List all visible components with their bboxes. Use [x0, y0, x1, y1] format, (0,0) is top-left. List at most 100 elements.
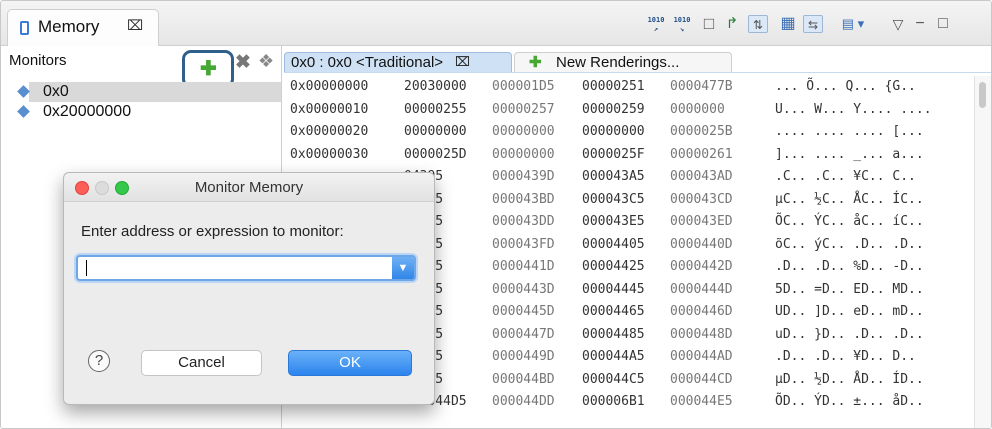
memory-word: 00004485: [582, 326, 645, 342]
memory-word: 0000025B: [670, 124, 733, 139]
layout-icon[interactable]: ▦: [779, 15, 797, 33]
import-memory-icon[interactable]: 1010 ↗: [645, 16, 667, 34]
memory-word: 000044AD: [670, 349, 733, 364]
memory-address: 0x00000020: [290, 124, 369, 139]
memory-ascii: µC.. ½C.. ÅC.. ÍC..: [775, 191, 924, 207]
monitor-memory-dialog: Monitor Memory Enter address or expressi…: [63, 172, 435, 405]
memory-row[interactable]: 0x00000010 00000255 00000257 00000259 000000…: [290, 99, 980, 122]
memory-row[interactable]: 0x00000020 00000000 00000000 00000000 000002…: [290, 121, 980, 144]
plus-icon: ✚: [529, 54, 542, 71]
memory-word: 0000442D: [670, 259, 733, 274]
memory-word: 000043E5: [582, 214, 645, 229]
memory-word: 000006B1: [582, 394, 645, 409]
maximize-icon[interactable]: □: [935, 15, 951, 33]
memory-view: Memory ⌧ 1010 ↗ 1010 ↘ □ ↱ ⇅ ▦ ⇆ ▤ ▾ ▽ − □…: [0, 0, 992, 429]
remove-monitor-icon[interactable]: ✖: [235, 51, 251, 74]
memory-word: 00000259: [582, 101, 645, 117]
view-title: Memory: [38, 17, 100, 36]
memory-row[interactable]: 0x00000030 0000025D 00000000 0000025F 000002…: [290, 144, 980, 167]
memory-word: 000044A5: [582, 349, 645, 364]
memory-word: 0000000: [670, 101, 725, 117]
monitor-item[interactable]: 0x0: [17, 82, 281, 102]
minimize-icon[interactable]: −: [913, 15, 927, 33]
memory-word: 000044C5: [582, 371, 645, 387]
tab-new-renderings[interactable]: ✚ New Renderings...: [514, 52, 732, 72]
memory-word: 000044E5: [670, 394, 733, 409]
memory-word: 20030000: [404, 79, 467, 94]
ok-button[interactable]: OK: [288, 350, 412, 376]
rendering-tabs: 0x0 : 0x0 <Traditional> ⌧ ✚ New Renderin…: [284, 52, 991, 73]
vertical-scrollbar[interactable]: [974, 76, 991, 428]
memory-word: 0000449D: [492, 349, 555, 364]
memory-word: 000001D5: [492, 79, 555, 94]
memory-ascii: ÕC.. ÝC.. åC.. íC..: [775, 214, 924, 229]
link-icon[interactable]: ⇅: [748, 15, 768, 33]
memory-word: 000044BD: [492, 371, 555, 387]
view-toolbar-bar: Memory ⌧ 1010 ↗ 1010 ↘ □ ↱ ⇅ ▦ ⇆ ▤ ▾ ▽ − □: [1, 1, 991, 46]
memory-word: 000043A5: [582, 169, 645, 184]
memory-word: 000043CD: [670, 191, 733, 207]
export-memory-icon[interactable]: 1010 ↘: [671, 16, 693, 34]
memory-view-tab[interactable]: Memory ⌧: [7, 9, 159, 46]
memory-word: 00004445: [582, 281, 645, 297]
memory-word: 00000000: [492, 124, 555, 139]
scrollbar-thumb[interactable]: [979, 82, 986, 108]
dialog-titlebar: Monitor Memory: [64, 173, 434, 202]
memory-ascii: µD.. ½D.. ÅD.. ÍD..: [775, 371, 924, 387]
memory-word: 0000443D: [492, 281, 555, 297]
memory-icon: [20, 21, 29, 35]
open-icon[interactable]: ↱: [723, 15, 741, 33]
help-icon[interactable]: ?: [88, 350, 110, 372]
memory-word: 0000477B: [670, 79, 733, 94]
memory-word: 0000447D: [492, 326, 555, 342]
memory-word: 0000025D: [404, 146, 467, 162]
text-caret: [86, 260, 87, 276]
memory-ascii: ]... .... _... a...: [775, 146, 924, 162]
dialog-title: Monitor Memory: [194, 179, 304, 196]
memory-word: 0000441D: [492, 259, 555, 274]
memory-ascii: 5D.. =D.. ED.. MD..: [775, 281, 924, 297]
memory-ascii: UD.. ]D.. eD.. mD..: [775, 304, 924, 319]
memory-word: 000043AD: [670, 169, 733, 184]
layout-menu-icon[interactable]: ▤ ▾: [837, 15, 869, 33]
chevron-down-icon[interactable]: ▼: [392, 257, 414, 279]
memory-word: 00000257: [492, 101, 555, 117]
memory-word: 00000261: [670, 146, 733, 162]
monitor-diamond-icon: [17, 85, 30, 98]
memory-word: 000043BD: [492, 191, 555, 207]
memory-word: 000044DD: [492, 394, 555, 409]
tab-traditional-rendering[interactable]: 0x0 : 0x0 <Traditional> ⌧: [284, 52, 512, 72]
plus-icon: ✚: [200, 58, 217, 80]
memory-ascii: .D.. .D.. ¥D.. D..: [775, 349, 916, 364]
toggle-split-icon[interactable]: ⇆: [803, 15, 823, 33]
memory-word: 00004425: [582, 259, 645, 274]
memory-ascii: .D.. .D.. %D.. -D..: [775, 259, 924, 274]
memory-ascii: ÕD.. ÝD.. ±... åD..: [775, 394, 924, 409]
memory-word: 000043C5: [582, 191, 645, 207]
new-file-icon[interactable]: □: [700, 15, 718, 33]
memory-word: 000043ED: [670, 214, 733, 229]
address-expression-combobox[interactable]: ▼: [76, 255, 416, 281]
remove-all-monitors-icon[interactable]: ❖: [258, 51, 274, 72]
memory-word: 00004405: [582, 236, 645, 252]
memory-word: 0000445D: [492, 304, 555, 319]
memory-address: 0x00000030: [290, 146, 369, 162]
close-view-icon[interactable]: ⌧: [127, 17, 143, 34]
memory-word: 00004465: [582, 304, 645, 319]
monitor-diamond-icon: [17, 105, 30, 118]
memory-address: 0x00000010: [290, 101, 369, 117]
monitor-list: 0x0 0x20000000: [17, 82, 281, 128]
close-tab-icon[interactable]: ⌧: [455, 54, 470, 70]
cancel-button[interactable]: Cancel: [141, 350, 262, 376]
memory-word: 000044CD: [670, 371, 733, 387]
memory-row[interactable]: 0x00000000 20030000 000001D5 00000251 000047…: [290, 76, 980, 99]
memory-address: 0x00000000: [290, 79, 369, 94]
monitors-header: Monitors: [9, 52, 67, 69]
memory-ascii: U... W... Y.... ....: [775, 101, 932, 117]
view-menu-icon[interactable]: ▽: [891, 15, 905, 33]
memory-word: 0000444D: [670, 281, 733, 297]
memory-word: 0000446D: [670, 304, 733, 319]
memory-word: 0000448D: [670, 326, 733, 342]
monitor-item[interactable]: 0x20000000: [17, 102, 281, 122]
memory-ascii: õC.. ýC.. .D.. .D..: [775, 236, 924, 252]
